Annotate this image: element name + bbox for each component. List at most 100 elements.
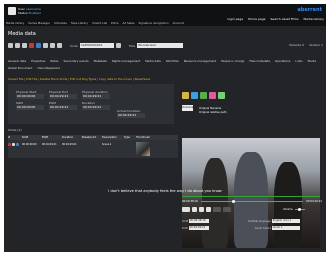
mark-in-button[interactable] bbox=[213, 207, 221, 212]
tab[interactable]: Resource management bbox=[184, 58, 216, 65]
menu-item[interactable]: Extra bbox=[111, 20, 118, 26]
physical-start: Physical Start 00:00:00:00 bbox=[16, 90, 49, 99]
tab[interactable]: Links bbox=[295, 58, 302, 65]
table-row[interactable]: 00:00:00:00 00:04:29:21 00:04:29:21 Scen… bbox=[8, 140, 178, 158]
tab[interactable]: Rights management bbox=[112, 58, 140, 65]
shot-fields: SOM 00:00:38:16 DUR 00:04:29:21 bbox=[182, 218, 209, 232]
shots-table: # SOM EOM Duration Breakpoint Descriptio… bbox=[8, 135, 178, 158]
stop-button[interactable] bbox=[192, 207, 197, 212]
mark-out-button[interactable] bbox=[223, 207, 231, 212]
episode-field[interactable]: Episode 0 bbox=[289, 43, 304, 47]
volume-slider[interactable] bbox=[294, 208, 305, 211]
tab[interactable]: Metadata bbox=[94, 58, 107, 65]
tab[interactable]: Secondary events bbox=[63, 58, 88, 65]
tab-bar: General data Properties Notes Secondary … bbox=[8, 58, 324, 72]
top-link-login[interactable]: login page bbox=[227, 17, 243, 21]
tab[interactable]: Plants bbox=[308, 58, 317, 65]
seek-slider[interactable] bbox=[200, 199, 304, 203]
duration-field: Duration 00:04:29:21 bbox=[82, 101, 115, 110]
menu-item[interactable]: Import List bbox=[92, 20, 107, 26]
tab[interactable]: People in charge bbox=[221, 58, 244, 65]
menu-item[interactable]: Account bbox=[173, 20, 184, 26]
video-icon[interactable] bbox=[191, 92, 198, 99]
progress-bar[interactable] bbox=[182, 196, 320, 197]
page-frame: User username Status Enabled aberrent lo… bbox=[0, 0, 326, 260]
volume-label: Volume bbox=[283, 208, 293, 211]
tab[interactable]: General data bbox=[8, 58, 26, 65]
main-menu: Media library Series Manager Schedule Ta… bbox=[4, 20, 184, 26]
person-figure bbox=[274, 162, 302, 248]
subtitle-icon[interactable] bbox=[218, 92, 225, 99]
tab[interactable]: Workflow bbox=[166, 58, 179, 65]
top-link-home[interactable]: Home page bbox=[248, 17, 265, 21]
physical-duration: Physical duration 00:04:29:21 bbox=[82, 90, 115, 99]
edit-icon[interactable] bbox=[12, 143, 15, 146]
top-link-search[interactable]: Search Asset Films bbox=[270, 17, 298, 21]
total-timecode: 00:04:29:21 bbox=[306, 199, 322, 203]
original-path-link[interactable]: Original relative path bbox=[199, 111, 226, 115]
version-field[interactable]: Version 1 bbox=[309, 43, 323, 47]
som-input[interactable]: 00:00:38:16 bbox=[188, 219, 209, 223]
tab[interactable]: Media data bbox=[145, 58, 161, 65]
toolbar: Code CLIP00000001 Title Wonderwall bbox=[8, 41, 324, 50]
physical-end: Physical End 00:04:29:21 bbox=[49, 90, 82, 99]
top-link-library[interactable]: Media Library bbox=[304, 17, 324, 21]
tab[interactable]: Global Document bbox=[8, 65, 32, 72]
app-window: User username Status Enabled aberrent lo… bbox=[4, 4, 326, 252]
menu-item[interactable]: Tape Library bbox=[71, 20, 88, 26]
first-icon[interactable] bbox=[43, 43, 48, 48]
top-links: login page Home page Search Asset Films … bbox=[227, 17, 324, 21]
top-bar: User username Status Enabled aberrent lo… bbox=[4, 4, 326, 26]
shot-thumbnail[interactable] bbox=[136, 142, 150, 156]
eom-field[interactable]: EOM 00:04:29:21 bbox=[49, 101, 82, 110]
play-icon[interactable] bbox=[16, 143, 19, 146]
title-label: Title bbox=[128, 43, 136, 48]
subtitle-language-select[interactable]: English (CC) 1 bbox=[271, 219, 300, 223]
folder-icon[interactable] bbox=[182, 92, 189, 99]
status-label: Status bbox=[18, 11, 28, 15]
menu-item[interactable]: Ad Sales bbox=[122, 20, 134, 26]
page-title: Media data bbox=[8, 31, 36, 37]
next-icon[interactable] bbox=[57, 43, 62, 48]
avatar[interactable] bbox=[8, 7, 16, 15]
info-icon[interactable] bbox=[36, 43, 41, 48]
tab[interactable]: Files metadata bbox=[249, 58, 270, 65]
download-links: Original filename Original relative path bbox=[199, 107, 226, 114]
tab[interactable]: Notes bbox=[50, 58, 58, 65]
image-icon[interactable] bbox=[200, 92, 207, 99]
menu-item[interactable]: Series Manager bbox=[28, 20, 50, 26]
action-links[interactable]: Upload File | Edit File | Disable Move S… bbox=[8, 77, 150, 81]
copy-icon[interactable] bbox=[22, 43, 27, 48]
menu-item[interactable]: Signature recognition bbox=[138, 20, 168, 26]
row-actions bbox=[8, 140, 22, 158]
actual-duration: Actual Duration 00:04:29:21 bbox=[117, 109, 145, 118]
player-timeline: 00:00:38:16 00:04:29:21 bbox=[182, 198, 322, 204]
search-icon[interactable] bbox=[115, 43, 121, 48]
brand-logo: aberrent bbox=[297, 7, 322, 13]
code-field[interactable]: CLIP00000001 bbox=[79, 43, 114, 48]
prev-icon[interactable] bbox=[50, 43, 55, 48]
title-field[interactable]: Wonderwall bbox=[137, 43, 184, 48]
dur-input[interactable]: 00:04:29:21 bbox=[188, 226, 209, 230]
status-value: Enabled bbox=[28, 11, 41, 15]
som-field[interactable]: SOM 00:00:00:00 bbox=[16, 101, 49, 110]
tab[interactable]: Operations bbox=[275, 58, 290, 65]
track-selectors: Subtitle language English (CC) 1 Audio t… bbox=[248, 218, 300, 232]
save-icon[interactable] bbox=[8, 43, 13, 48]
audio-tracks-select[interactable]: Audio 1 bbox=[271, 226, 300, 230]
tab[interactable]: Properties bbox=[31, 58, 45, 65]
menu-item[interactable]: Schedule bbox=[54, 20, 67, 26]
delete-icon[interactable] bbox=[8, 143, 11, 146]
rewind-button[interactable] bbox=[199, 207, 204, 212]
timecode-grid: Physical Start 00:00:00:00 Physical End 00… bbox=[16, 90, 115, 110]
delete-icon[interactable] bbox=[29, 43, 34, 48]
tab[interactable]: Vision/Keyboard bbox=[37, 65, 59, 72]
menu-item[interactable]: Media library bbox=[6, 20, 24, 26]
download-button[interactable]: Download bbox=[182, 105, 195, 111]
audio-icon[interactable] bbox=[209, 92, 216, 99]
undo-icon[interactable] bbox=[15, 43, 20, 48]
code-label: Code bbox=[70, 43, 78, 48]
shots-heading: Shots (1) bbox=[8, 128, 22, 132]
play-button[interactable] bbox=[182, 207, 190, 212]
forward-button[interactable] bbox=[206, 207, 211, 212]
